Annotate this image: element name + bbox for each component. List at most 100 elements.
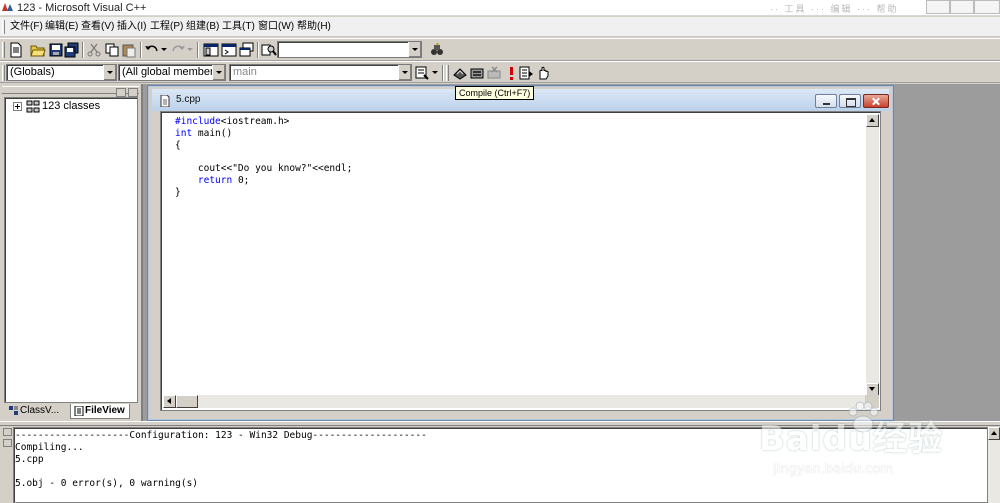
scope-combo-dropdown[interactable] — [103, 65, 116, 80]
code-line[interactable]: return 0; — [175, 175, 352, 187]
code-text-segment: { — [175, 139, 181, 151]
output-vertical-scrollbar[interactable] — [988, 427, 1000, 503]
tab-classview[interactable]: ClassV... — [6, 404, 68, 419]
maximize-button[interactable] — [950, 0, 974, 14]
close-button[interactable] — [974, 0, 1000, 14]
save-all-icon[interactable] — [64, 42, 80, 58]
redo-dropdown-arrow[interactable] — [187, 48, 193, 51]
toolbar-separator — [197, 42, 199, 58]
undo-dropdown-arrow[interactable] — [161, 48, 167, 51]
visual-cpp-app-icon — [2, 3, 13, 11]
breakpoint-icon[interactable] — [535, 65, 551, 81]
output-line: 5.obj - 0 error(s), 0 warning(s) — [15, 477, 199, 489]
code-text-segment: cout<<"Do you know?"<<endl; — [175, 163, 353, 175]
menu-view[interactable]: 查看(V) — [80, 20, 115, 34]
menu-window[interactable]: 窗口(W) — [257, 20, 295, 34]
toolbar-grip[interactable] — [446, 65, 449, 81]
workspace-close-button[interactable] — [128, 88, 138, 97]
output-scroll-up-button[interactable] — [988, 427, 1000, 440]
code-text[interactable]: #include<iostream.h> int main(){ cout<<"D… — [175, 116, 352, 199]
code-text-segment: <iostream.h> — [220, 116, 290, 127]
window-list-icon[interactable] — [239, 42, 255, 58]
code-line[interactable]: #include<iostream.h> — [175, 116, 352, 128]
code-line[interactable]: int main() — [175, 128, 352, 140]
source-editor-window: 5.cpp #include<iostream.h> int main(){ co… — [147, 85, 894, 421]
scope-combo-value: (Globals) — [10, 66, 55, 78]
find-combo-dropdown[interactable] — [408, 42, 421, 57]
find-combo[interactable] — [277, 41, 422, 58]
function-combo-value: main — [233, 66, 257, 78]
toolbar-separator — [140, 42, 142, 58]
class-view-tree[interactable]: 123 classes — [4, 97, 138, 403]
wizard-action-icon[interactable] — [414, 65, 430, 81]
editor-horizontal-scrollbar[interactable] — [163, 395, 866, 408]
members-combo-dropdown[interactable] — [212, 65, 225, 80]
scope-combo[interactable]: (Globals) — [6, 64, 117, 81]
compile-tooltip: Compile (Ctrl+F7) — [455, 86, 535, 100]
menu-help[interactable]: 帮助(H) — [296, 20, 332, 34]
code-line[interactable]: { — [175, 140, 352, 152]
workspace-icon[interactable] — [203, 42, 219, 58]
output-line: Compiling... — [15, 441, 84, 453]
new-text-file-icon[interactable] — [8, 42, 24, 58]
tree-expand-icon[interactable] — [13, 102, 22, 111]
code-keyword: #include — [175, 116, 221, 127]
function-combo-dropdown[interactable] — [398, 65, 411, 80]
classes-folder-icon — [26, 100, 40, 113]
copy-icon[interactable] — [104, 42, 120, 58]
output-pane-controls — [3, 428, 13, 503]
editor-maximize-button[interactable] — [839, 94, 861, 108]
code-line[interactable] — [175, 151, 352, 163]
horizontal-scroll-thumb[interactable] — [176, 395, 198, 408]
stop-build-icon[interactable] — [486, 65, 502, 81]
function-combo[interactable]: main — [229, 64, 412, 81]
workspace-restore-button[interactable] — [116, 88, 126, 97]
code-line[interactable]: } — [175, 187, 352, 199]
tab-fileview[interactable]: FileView — [70, 404, 130, 419]
undo-icon[interactable] — [144, 42, 160, 58]
output-icon[interactable] — [221, 42, 237, 58]
scroll-up-button[interactable] — [866, 114, 879, 127]
output-close-button[interactable] — [3, 428, 12, 436]
build-icon[interactable] — [469, 65, 485, 81]
editor-minimize-button[interactable] — [815, 94, 837, 108]
toolbar-grip[interactable] — [2, 65, 5, 81]
compile-icon[interactable] — [452, 65, 468, 81]
editor-close-button[interactable] — [863, 94, 889, 108]
go-icon[interactable] — [518, 65, 534, 81]
menu-bar-grip[interactable] — [2, 20, 5, 34]
editor-size-grip[interactable] — [865, 395, 879, 408]
menu-build[interactable]: 组建(B) — [185, 20, 220, 34]
wizard-action-dropdown-arrow[interactable] — [432, 71, 438, 74]
cut-icon[interactable] — [86, 42, 102, 58]
paste-icon[interactable] — [121, 42, 137, 58]
find-in-files-icon[interactable] — [261, 42, 277, 58]
menu-tools[interactable]: 工具(T) — [221, 20, 256, 34]
execute-icon[interactable] — [503, 65, 519, 81]
code-line[interactable]: cout<<"Do you know?"<<endl; — [175, 163, 352, 175]
workspace-pane-header[interactable] — [2, 86, 139, 97]
tab-classview-label: ClassV... — [20, 405, 60, 416]
find-icon[interactable] — [428, 42, 444, 58]
build-output-text[interactable]: --------------------Configuration: 123 -… — [13, 427, 988, 503]
tree-root-label[interactable]: 123 classes — [42, 100, 100, 113]
members-combo[interactable]: (All global members — [118, 64, 226, 81]
menu-bar: 文件(F) 编辑(E) 查看(V) 插入(I) 工程(P) 组建(B) 工具(T… — [0, 17, 1000, 37]
menu-insert[interactable]: 插入(I) — [116, 20, 147, 34]
editor-vertical-scrollbar[interactable] — [866, 114, 879, 396]
menu-file[interactable]: 文件(F) — [9, 20, 44, 34]
scroll-left-button[interactable] — [163, 395, 176, 408]
fileview-tab-icon — [74, 406, 84, 416]
menu-project[interactable]: 工程(P) — [149, 20, 184, 34]
output-restore-button[interactable] — [3, 439, 12, 447]
minimize-button[interactable] — [926, 0, 950, 14]
toolbar-grip[interactable] — [2, 42, 5, 58]
save-icon[interactable] — [48, 42, 64, 58]
menu-edit[interactable]: 编辑(E) — [44, 20, 79, 34]
open-icon[interactable] — [30, 42, 46, 58]
code-keyword: int — [175, 127, 193, 139]
redo-icon[interactable] — [170, 42, 186, 58]
editor-selection-margin[interactable] — [162, 113, 174, 385]
members-combo-value: (All global members — [122, 66, 220, 78]
code-editor[interactable]: #include<iostream.h> int main(){ cout<<"D… — [160, 111, 881, 411]
